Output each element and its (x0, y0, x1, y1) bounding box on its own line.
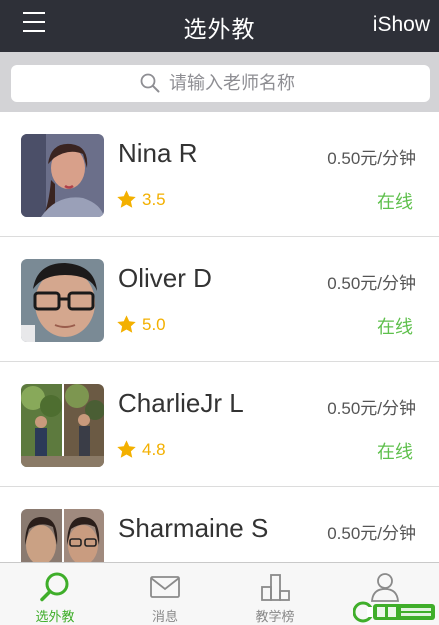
teacher-price: 0.50元/分钟 (327, 149, 416, 168)
tab-label: 消息 (151, 610, 178, 625)
teacher-price: 0.50元/分钟 (327, 399, 416, 418)
online-status: 在线 (377, 192, 413, 213)
teacher-row[interactable]: Oliver D 0.50元/分钟 5.0 在线 (0, 237, 439, 362)
avatar (21, 384, 104, 467)
tab-messages[interactable]: 消息 (110, 563, 220, 625)
app-brand[interactable]: iShow (373, 13, 430, 37)
avatar (21, 259, 104, 342)
teacher-price: 0.50元/分钟 (327, 524, 416, 543)
teacher-row[interactable]: Nina R 0.50元/分钟 3.5 在线 (0, 112, 439, 237)
tab-select-teacher[interactable]: 选外教 (0, 563, 110, 625)
teacher-name: Nina R (118, 138, 198, 168)
teacher-name: Oliver D (118, 263, 212, 293)
teacher-price: 0.50元/分钟 (327, 274, 416, 293)
mail-icon (150, 576, 180, 598)
online-status: 在线 (377, 442, 413, 463)
tab-label: 选外教 (35, 610, 75, 625)
teacher-name: CharlieJr L (118, 388, 244, 418)
teacher-name: Sharmaine S (118, 513, 269, 543)
online-status: 在线 (377, 317, 413, 338)
chart-icon (261, 574, 290, 601)
teacher-row[interactable]: CharlieJr L 0.50元/分钟 4.8 在线 (0, 362, 439, 487)
tab-label: 教学榜 (255, 610, 295, 625)
teacher-list: Nina R 0.50元/分钟 3.5 在线 Oliver D 0.50元/分钟 (0, 112, 439, 612)
tab-ranking[interactable]: 教学榜 (220, 563, 330, 625)
search-icon (40, 572, 69, 602)
rating-value: 4.8 (142, 440, 166, 459)
rating-value: 5.0 (142, 315, 166, 334)
star-icon (117, 440, 136, 458)
star-icon (117, 315, 136, 333)
search-input[interactable] (169, 68, 419, 99)
top-bar: 选外教 iShow (0, 0, 439, 52)
avatar (21, 134, 104, 217)
menu-icon[interactable] (23, 12, 45, 34)
search-icon (140, 73, 160, 93)
search-box[interactable] (11, 65, 430, 102)
rating-value: 3.5 (142, 190, 166, 209)
star-icon (117, 190, 136, 208)
watermark-logo (353, 601, 435, 623)
search-bar (0, 52, 439, 112)
user-icon (371, 573, 399, 602)
